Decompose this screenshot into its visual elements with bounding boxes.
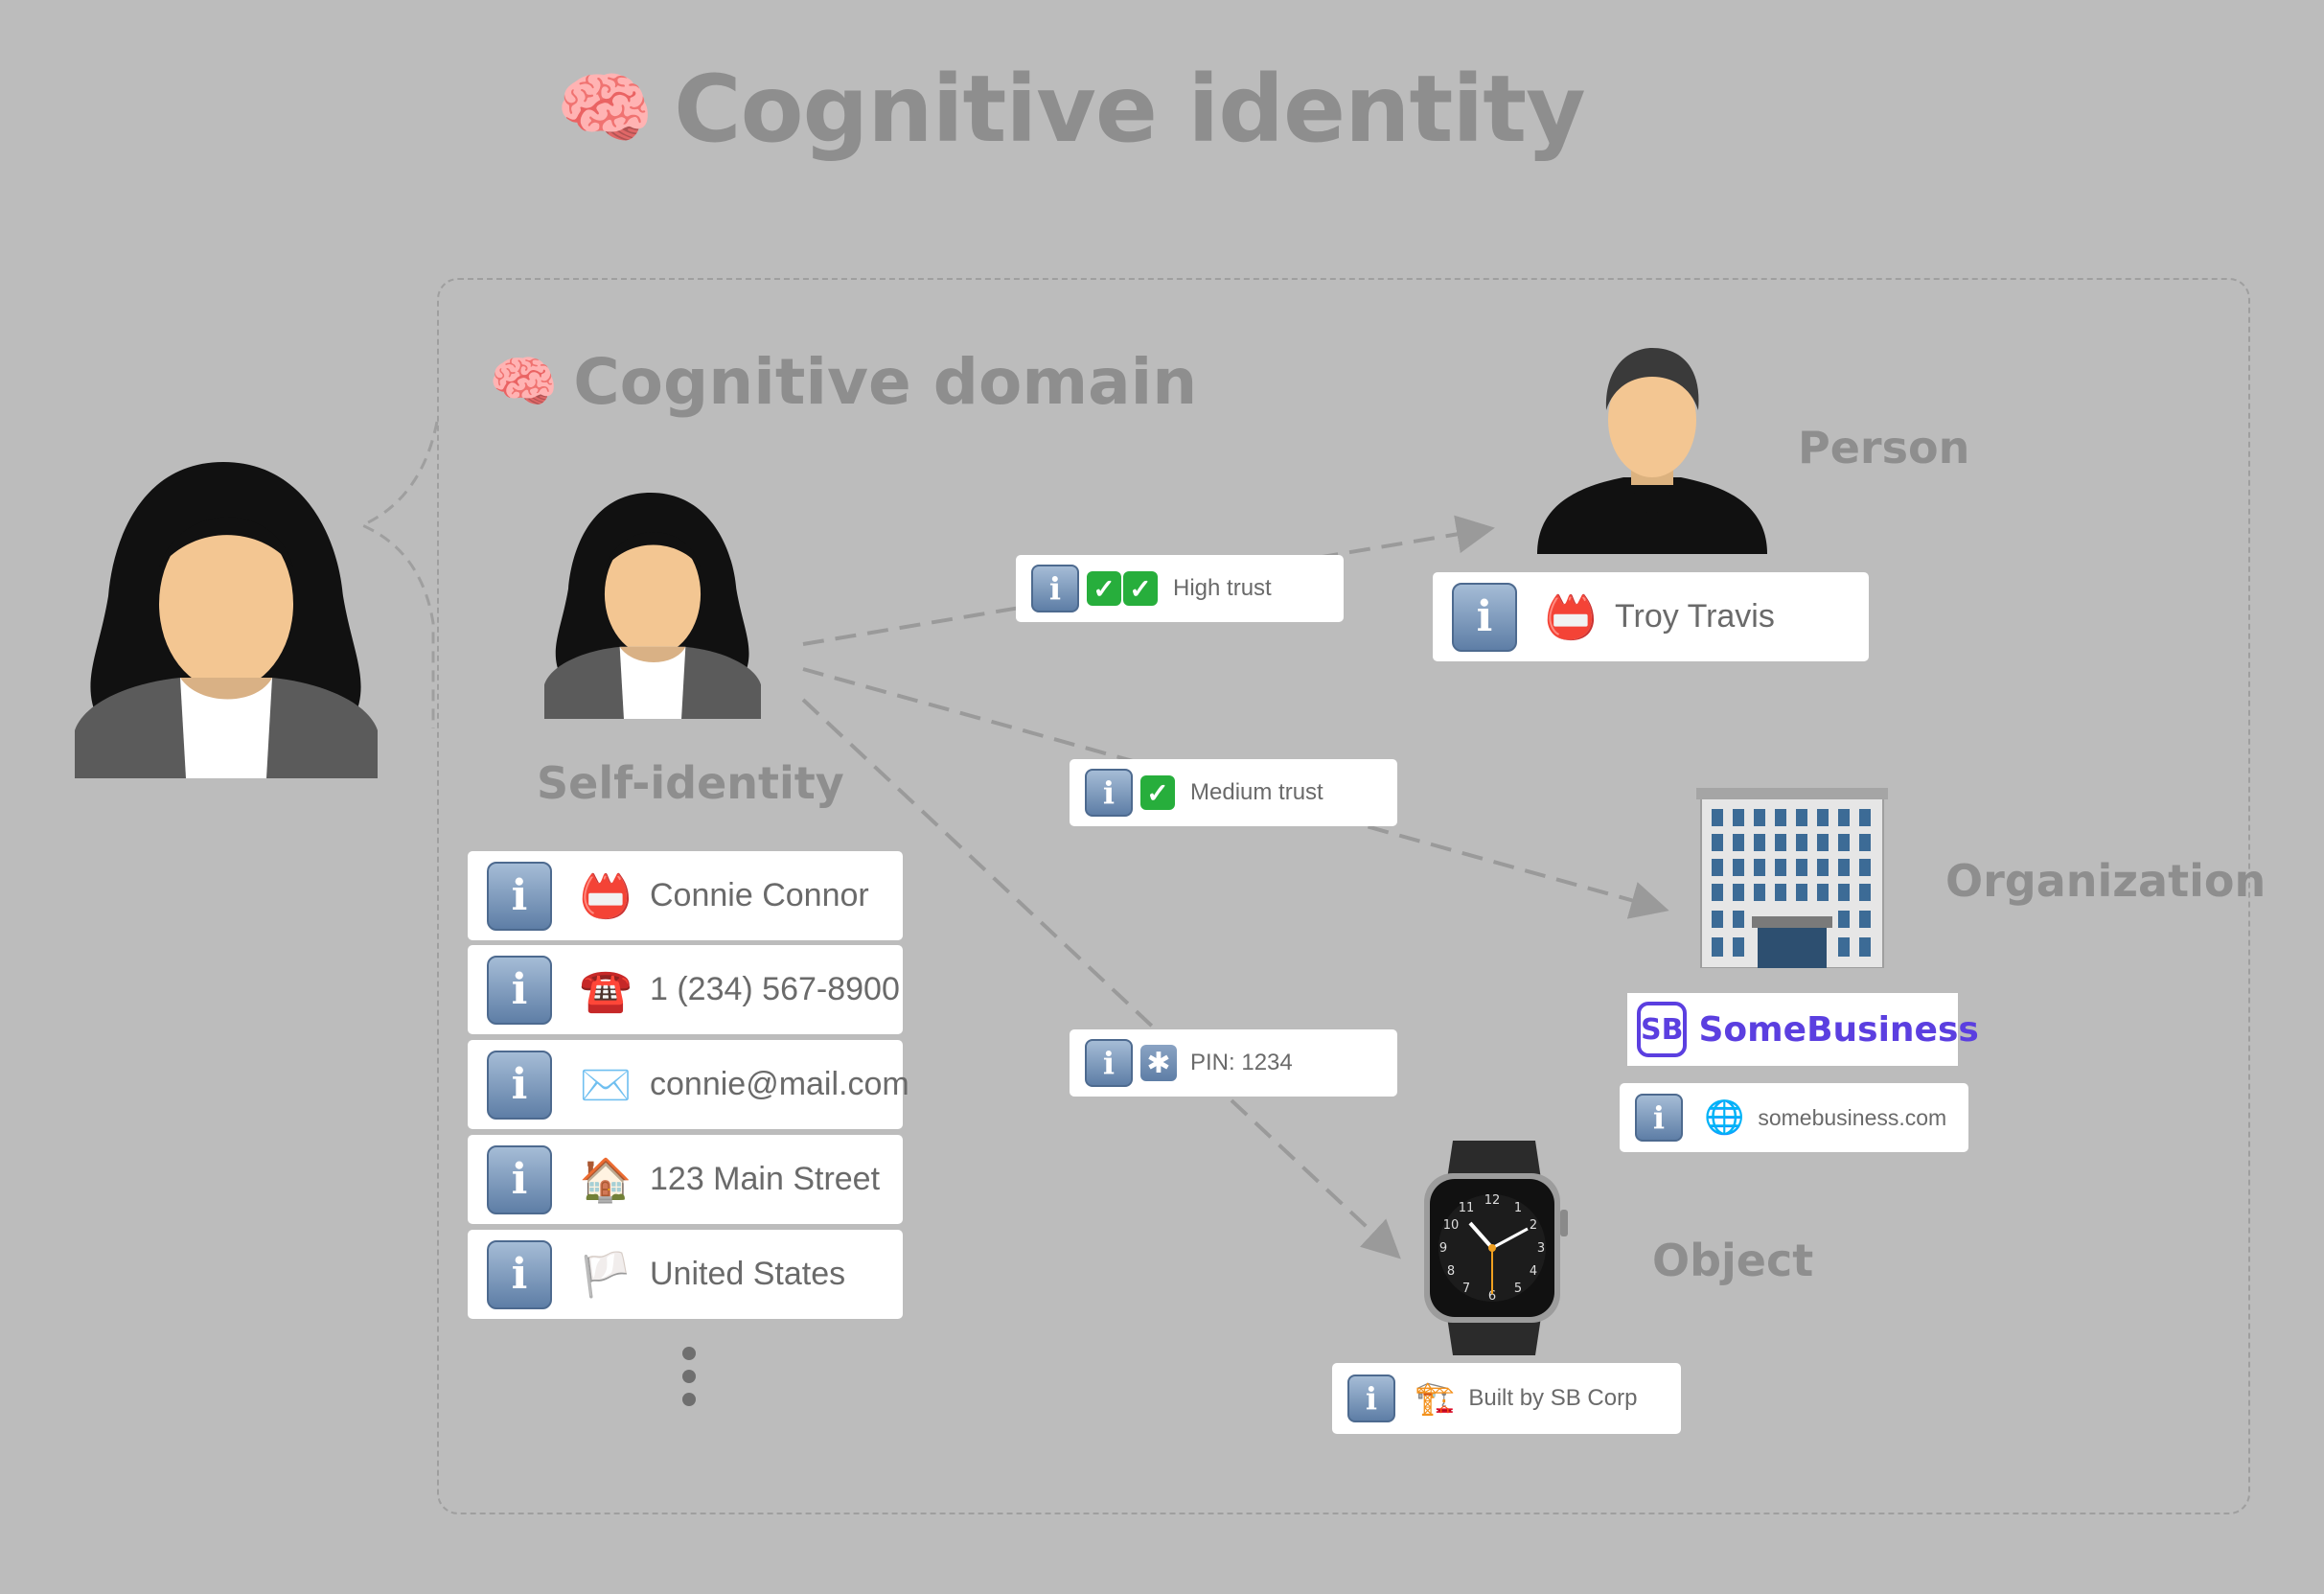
man-avatar (1537, 348, 1767, 554)
attribute-card-address[interactable]: i 🏠 123 Main Street (468, 1135, 903, 1224)
attribute-text: 1 (234) 567-8900 (650, 971, 900, 1007)
svg-text:8: 8 (1447, 1264, 1455, 1279)
website-text: somebusiness.com (1758, 1104, 1947, 1130)
smartwatch-icon: 12369 1245 781011 (1424, 1141, 1568, 1355)
woman-avatar-large (75, 462, 378, 778)
domain-title-text: Cognitive domain (573, 345, 1198, 419)
info-icon[interactable]: i (1085, 1039, 1133, 1087)
white-flag-icon: 🏳️ (579, 1251, 633, 1299)
asterisk-icon: ✱ (1140, 1045, 1177, 1081)
info-icon[interactable]: i (487, 861, 552, 931)
check-mark-icon: ✓ ✓ (1087, 571, 1160, 606)
attribute-text: United States (650, 1256, 846, 1292)
check-mark-icon: ✓ (1140, 775, 1177, 810)
svg-text:7: 7 (1462, 1282, 1470, 1296)
svg-text:10: 10 (1443, 1218, 1460, 1233)
info-icon[interactable]: i (1085, 769, 1133, 817)
more-items-ellipsis-icon (682, 1347, 702, 1416)
svg-text:11: 11 (1459, 1201, 1475, 1215)
brain-icon: 🧠 (489, 349, 559, 414)
self-identity-label: Self-identity (537, 757, 844, 809)
person-label: Person (1798, 422, 1970, 474)
relation-text: High trust (1173, 575, 1272, 601)
svg-text:1: 1 (1514, 1201, 1522, 1215)
relation-text: PIN: 1234 (1190, 1050, 1293, 1075)
svg-text:9: 9 (1439, 1241, 1447, 1256)
relation-medium-trust[interactable]: i ✓ Medium trust (1070, 759, 1397, 826)
sb-logo-mark: SB (1637, 1002, 1688, 1057)
svg-text:2: 2 (1530, 1218, 1537, 1233)
attribute-card-email[interactable]: i ✉️ connie@mail.com (468, 1040, 909, 1129)
relation-pin[interactable]: i ✱ PIN: 1234 (1070, 1029, 1397, 1097)
svg-text:4: 4 (1530, 1264, 1537, 1279)
svg-text:12: 12 (1484, 1193, 1501, 1208)
office-building-icon (1696, 788, 1888, 968)
object-text: Built by SB Corp (1468, 1385, 1638, 1411)
house-icon: 🏠 (579, 1156, 633, 1204)
person-name: Troy Travis (1615, 598, 1775, 635)
info-icon[interactable]: i (487, 1239, 552, 1309)
info-icon[interactable]: i (487, 955, 552, 1025)
organization-label: Organization (1945, 855, 2266, 907)
envelope-icon: ✉️ (579, 1061, 633, 1109)
person-card[interactable]: i 📛 Troy Travis (1433, 572, 1869, 661)
info-icon[interactable]: i (487, 1050, 552, 1120)
info-icon[interactable]: i (1347, 1375, 1395, 1422)
somebusiness-logo: SB SomeBusiness (1627, 993, 1979, 1066)
svg-text:5: 5 (1514, 1282, 1522, 1296)
info-icon[interactable]: i (1031, 565, 1079, 612)
attribute-card-phone[interactable]: i ☎️ 1 (234) 567-8900 (468, 945, 903, 1034)
attribute-card-country[interactable]: i 🏳️ United States (468, 1230, 903, 1319)
attribute-text: Connie Connor (650, 877, 869, 913)
svg-text:3: 3 (1537, 1241, 1545, 1256)
name-badge-icon: 📛 (1544, 593, 1598, 641)
sb-logo-name: SomeBusiness (1698, 1009, 1979, 1050)
name-badge-icon: 📛 (579, 872, 633, 920)
woman-avatar-self (544, 492, 761, 720)
info-icon[interactable]: i (487, 1144, 552, 1214)
info-icon[interactable]: i (1635, 1094, 1683, 1142)
crane-icon: 🏗️ (1415, 1380, 1456, 1417)
object-label: Object (1652, 1235, 1814, 1286)
globe-icon: 🌐 (1704, 1099, 1745, 1136)
relation-text: Medium trust (1190, 779, 1323, 805)
relation-high-trust[interactable]: i ✓ ✓ High trust (1016, 555, 1344, 622)
telephone-icon: ☎️ (579, 966, 633, 1014)
domain-title: 🧠 Cognitive domain (489, 345, 1197, 419)
object-card[interactable]: i 🏗️ Built by SB Corp (1332, 1363, 1681, 1434)
organization-website-card[interactable]: i 🌐 somebusiness.com (1620, 1083, 1968, 1152)
info-icon[interactable]: i (1452, 582, 1517, 652)
attribute-text: connie@mail.com (650, 1066, 909, 1102)
attribute-card-name[interactable]: i 📛 Connie Connor (468, 851, 903, 940)
attribute-text: 123 Main Street (650, 1161, 881, 1197)
